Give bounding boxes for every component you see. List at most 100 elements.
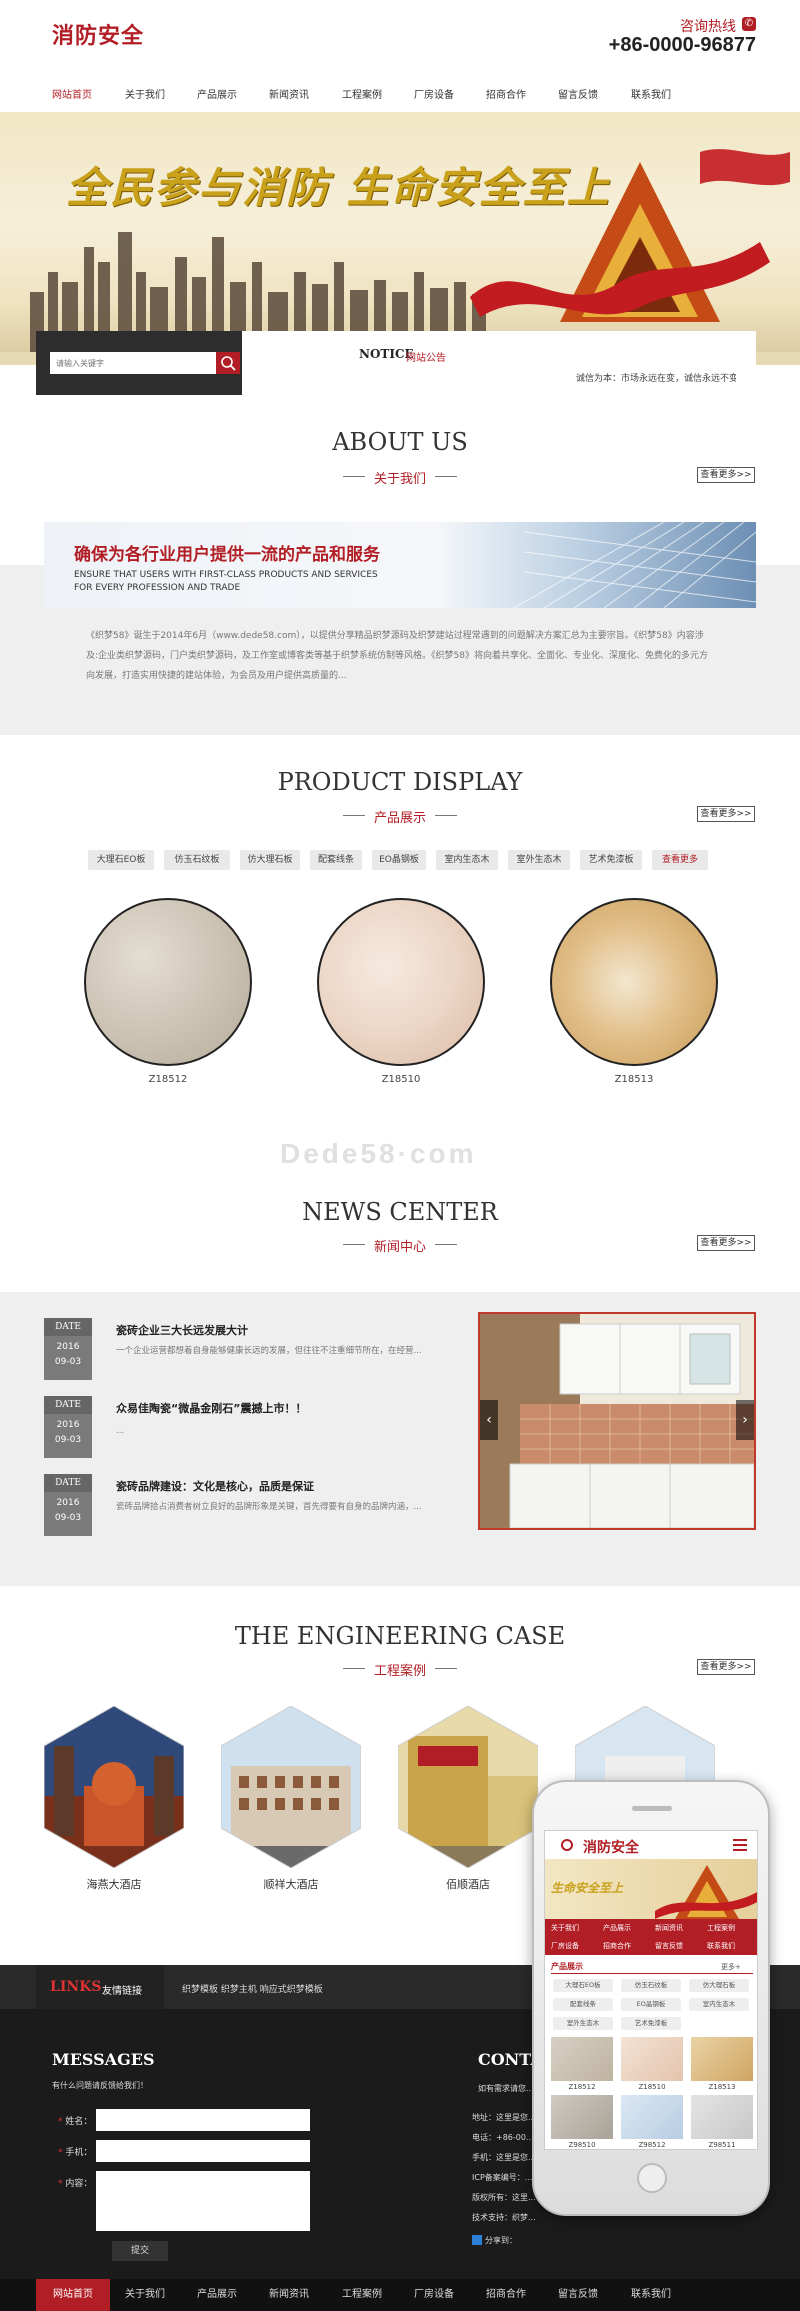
phone-field[interactable] [96, 2140, 310, 2162]
product-code[interactable]: Z18513 [550, 1074, 718, 1085]
products-more-button[interactable]: 查看更多>> [697, 806, 755, 822]
news-more-button[interactable]: 查看更多>> [697, 1235, 755, 1251]
footer-nav-news[interactable]: 新闻资讯 [259, 2279, 319, 2311]
search-input[interactable] [50, 352, 216, 374]
phone-product-image[interactable] [691, 2095, 753, 2139]
footer-nav-cases[interactable]: 工程案例 [332, 2279, 392, 2311]
phone-product-code[interactable]: Z18513 [691, 2083, 753, 2091]
contact-line: 版权所有：这里... [472, 2193, 536, 2202]
phone-tag[interactable]: 配套线条 [553, 1998, 613, 2011]
phone-tag[interactable]: 艺术免漆板 [621, 2017, 681, 2030]
nav-item-equipment[interactable]: 厂房设备 [404, 80, 464, 112]
share-icon[interactable] [472, 2235, 482, 2245]
phone-nav-item[interactable]: 关于我们 [551, 1923, 579, 1933]
phone-tag[interactable]: EO晶钢板 [621, 1998, 681, 2011]
case-image-hotel[interactable] [44, 1706, 184, 1868]
phone-nav-item[interactable]: 招商合作 [603, 1941, 631, 1951]
product-tag[interactable]: 配套线条 [310, 850, 362, 870]
phone-tag[interactable]: 室外生态木 [553, 2017, 613, 2030]
carousel-prev-button[interactable]: ‹ [480, 1400, 498, 1440]
phone-tag[interactable]: 大理石EO板 [553, 1979, 613, 1992]
phone-product-code[interactable]: Z98511 [691, 2141, 753, 2149]
kitchen-photo [480, 1314, 754, 1528]
product-tag[interactable]: 大理石EO板 [88, 850, 154, 870]
phone-nav-item[interactable]: 新闻资讯 [655, 1923, 683, 1933]
product-image[interactable] [317, 898, 485, 1066]
case-image-hotel[interactable] [221, 1706, 361, 1868]
notice-panel [242, 331, 756, 395]
product-tag[interactable]: 仿大理石板 [240, 850, 300, 870]
phone-product-image[interactable] [621, 2037, 683, 2081]
search-button[interactable] [216, 352, 240, 374]
product-tag[interactable]: 艺术免漆板 [580, 850, 642, 870]
product-tag[interactable]: 仿玉石纹板 [164, 850, 230, 870]
product-image[interactable] [84, 898, 252, 1066]
phone-section-title: 产品展示 [551, 1962, 583, 1971]
nav-item-feedback[interactable]: 留言反馈 [548, 80, 608, 112]
news-item-title[interactable]: 瓷砖品牌建设：文化是核心，品质是保证 [116, 1478, 314, 1494]
links-title: LINKS [50, 1979, 102, 1995]
phone-product-image[interactable] [691, 2037, 753, 2081]
footer-nav-products[interactable]: 产品展示 [187, 2279, 247, 2311]
hotline-number: +86-0000-96877 [608, 34, 756, 56]
notice-text[interactable]: 诚信为本：市场永远在变，诚信永远不变 [576, 371, 736, 384]
phone-more-link[interactable]: 更多+ [721, 1962, 741, 1972]
phone-product-image[interactable] [621, 2095, 683, 2139]
submit-button[interactable]: 提交 [112, 2241, 168, 2261]
links-list[interactable]: 织梦模板 织梦主机 响应式织梦模板 [182, 1982, 323, 1995]
phone-product-code[interactable]: Z18512 [551, 2083, 613, 2091]
case-name[interactable]: 海燕大酒店 [44, 1876, 184, 1892]
news-item-title[interactable]: 瓷砖企业三大长远发展大计 [116, 1322, 248, 1338]
case-image-hotel[interactable] [398, 1706, 538, 1868]
nav-item-home[interactable]: 网站首页 [42, 80, 102, 112]
date-year: 2016 [56, 1342, 80, 1352]
phone-product-code[interactable]: Z18510 [621, 2083, 683, 2091]
case-name[interactable]: 顺祥大酒店 [221, 1876, 361, 1892]
product-tag[interactable]: EO晶钢板 [372, 850, 426, 870]
nav-item-contact[interactable]: 联系我们 [621, 80, 681, 112]
case-name[interactable]: 佰顺酒店 [398, 1876, 538, 1892]
phone-nav-item[interactable]: 留言反馈 [655, 1941, 683, 1951]
about-more-button[interactable]: 查看更多>> [697, 467, 755, 483]
product-code[interactable]: Z18510 [317, 1074, 485, 1085]
phone-tag[interactable]: 仿玉石纹板 [621, 1979, 681, 1992]
product-code[interactable]: Z18512 [84, 1074, 252, 1085]
footer-nav-about[interactable]: 关于我们 [115, 2279, 175, 2311]
footer-nav-home[interactable]: 网站首页 [36, 2279, 110, 2311]
footer-nav-equipment[interactable]: 厂房设备 [404, 2279, 464, 2311]
nav-item-cases[interactable]: 工程案例 [332, 80, 392, 112]
phone-nav-item[interactable]: 产品展示 [603, 1923, 631, 1933]
footer-nav-feedback[interactable]: 留言反馈 [548, 2279, 608, 2311]
phone-product-image[interactable] [551, 2037, 613, 2081]
product-tag[interactable]: 室外生态木 [508, 850, 570, 870]
phone-tag[interactable]: 室内生态木 [689, 1998, 749, 2011]
nav-item-partners[interactable]: 招商合作 [476, 80, 536, 112]
news-item-title[interactable]: 众易佳陶瓷“微晶金刚石”震撼上市！！ [116, 1400, 306, 1416]
nav-item-about[interactable]: 关于我们 [115, 80, 175, 112]
product-tag[interactable]: 室内生态木 [436, 850, 498, 870]
footer-nav-contact[interactable]: 联系我们 [621, 2279, 681, 2311]
nav-item-news[interactable]: 新闻资讯 [259, 80, 319, 112]
footer-nav-partners[interactable]: 招商合作 [476, 2279, 536, 2311]
product-tag-more[interactable]: 查看更多 [652, 850, 708, 870]
phone-product-image[interactable] [551, 2095, 613, 2139]
phone-nav-item[interactable]: 工程案例 [707, 1923, 735, 1933]
nav-item-products[interactable]: 产品展示 [187, 80, 247, 112]
about-banner-heading: 确保为各行业用户提供一流的产品和服务 [74, 545, 380, 565]
site-logo[interactable]: 消防安全 [52, 18, 144, 50]
phone-nav-item[interactable]: 联系我们 [707, 1941, 735, 1951]
news-item-desc: 一个企业运营都想着自身能够健康长远的发展，但往往不注重细节所在，在经营... [116, 1346, 422, 1356]
name-field[interactable] [96, 2109, 310, 2131]
news-subtitle: 新闻中心 [373, 1240, 426, 1255]
news-carousel-image[interactable]: ‹ › [478, 1312, 756, 1530]
contact-line: 电话：+86-00... [472, 2133, 534, 2142]
about-banner-image [44, 522, 756, 608]
phone-tag[interactable]: 仿大理石板 [689, 1979, 749, 1992]
carousel-next-button[interactable]: › [736, 1400, 754, 1440]
phone-product-code[interactable]: Z98512 [621, 2141, 683, 2149]
message-field[interactable] [96, 2171, 310, 2231]
phone-product-code[interactable]: Z98510 [551, 2141, 613, 2149]
phone-nav-item[interactable]: 厂房设备 [551, 1941, 579, 1951]
product-image[interactable] [550, 898, 718, 1066]
cases-more-button[interactable]: 查看更多>> [697, 1659, 755, 1675]
